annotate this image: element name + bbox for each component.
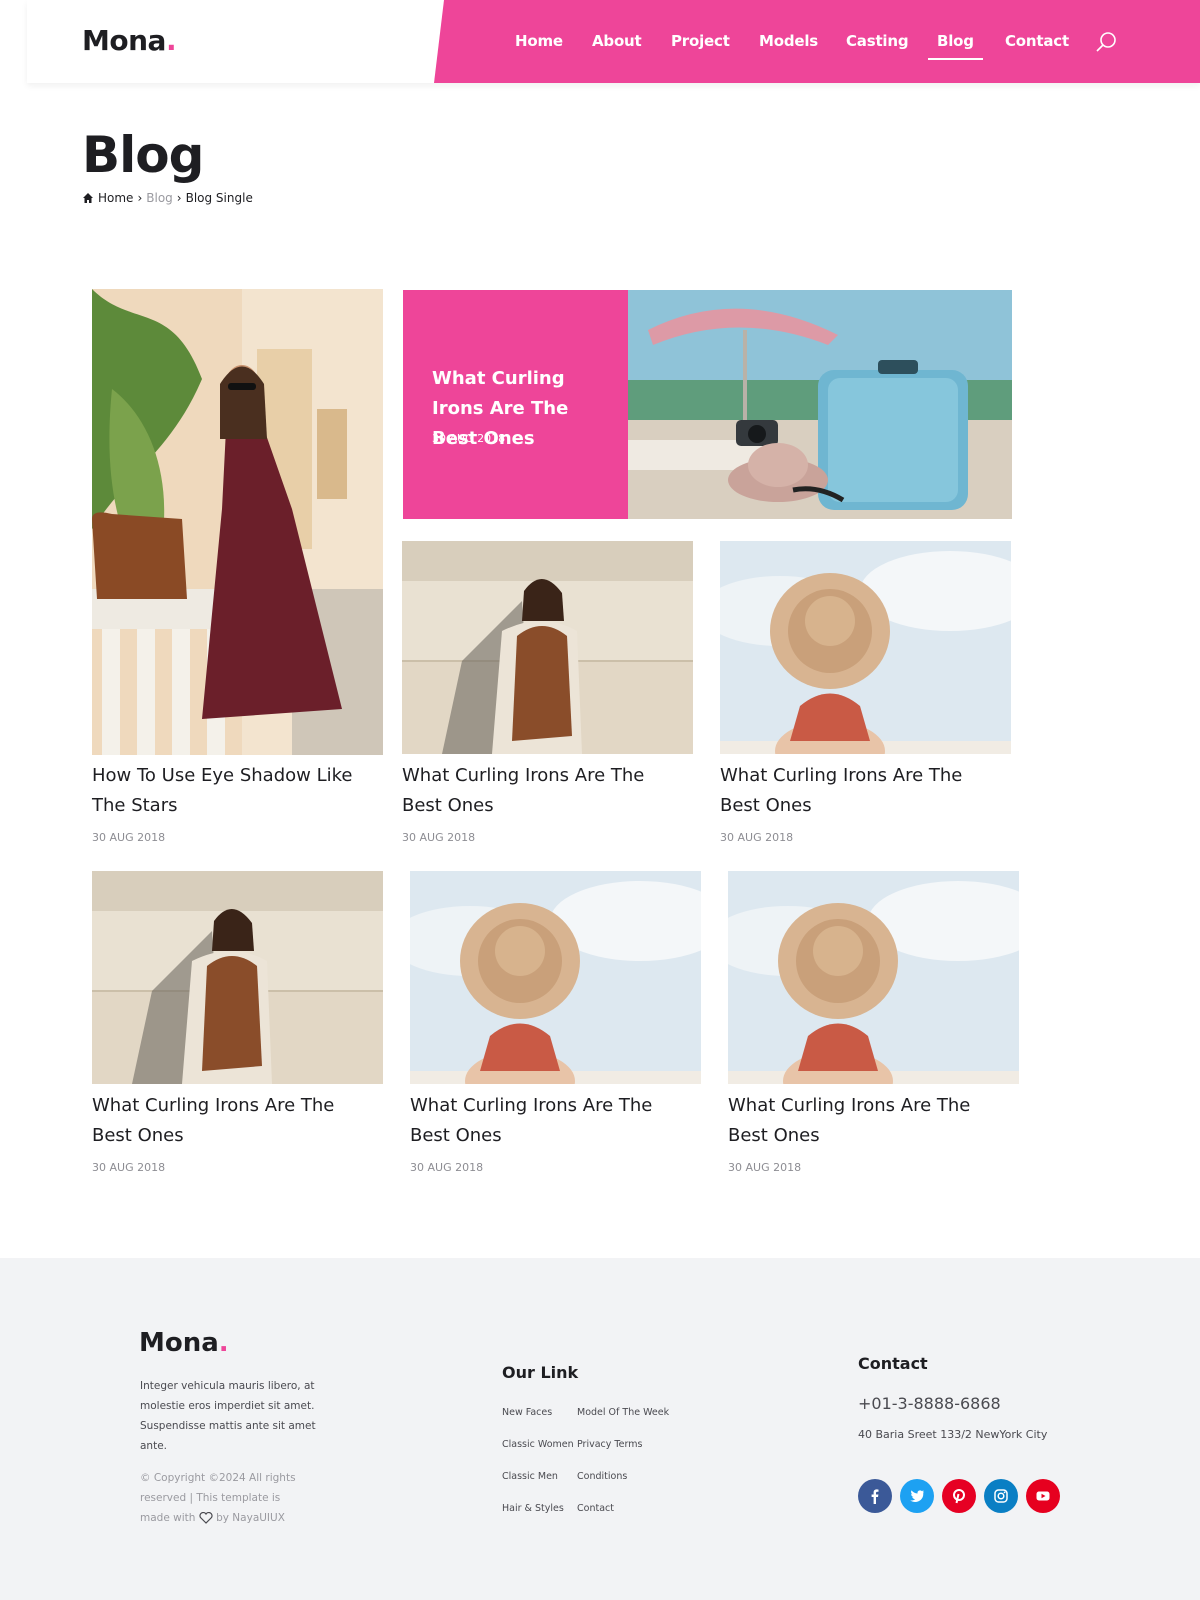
- nav-item-models[interactable]: Models: [759, 32, 818, 50]
- nav-item-casting[interactable]: Casting: [846, 32, 909, 50]
- post-title[interactable]: What Curling Irons Are The Best Ones: [728, 1091, 998, 1151]
- youtube-icon[interactable]: [1026, 1479, 1060, 1513]
- facebook-icon[interactable]: [858, 1479, 892, 1513]
- instagram-icon[interactable]: [984, 1479, 1018, 1513]
- footer-links-heading: Our Link: [502, 1363, 579, 1382]
- footer-link-classic-women[interactable]: Classic Women: [502, 1439, 574, 1450]
- search-icon[interactable]: [1094, 30, 1118, 54]
- post-title[interactable]: What Curling Irons Are The Best Ones: [92, 1091, 362, 1151]
- site-footer: Mona. Integer vehicula mauris libero, at…: [0, 1258, 1200, 1600]
- footer-contact-heading: Contact: [858, 1354, 928, 1373]
- post-image[interactable]: [92, 871, 383, 1084]
- featured-post-card[interactable]: What Curling Irons Are The Best Ones 30 …: [403, 290, 628, 519]
- post-title[interactable]: What Curling Irons Are The Best Ones: [410, 1091, 680, 1151]
- footer-link-contact[interactable]: Contact: [577, 1503, 614, 1514]
- nav-item-home[interactable]: Home: [515, 32, 563, 50]
- post-date: 30 AUG 2018: [402, 831, 476, 844]
- footer-link-model-of-the-week[interactable]: Model Of The Week: [577, 1407, 669, 1418]
- page-title: Blog: [82, 126, 204, 184]
- chevron-right-icon: ›: [176, 191, 182, 205]
- footer-address: 40 Baria Sreet 133/2 NewYork City: [858, 1428, 1048, 1441]
- footer-logo[interactable]: Mona.: [139, 1328, 229, 1358]
- post-image[interactable]: [728, 871, 1019, 1084]
- post-date: 30 AUG 2018: [720, 831, 794, 844]
- brand-logo[interactable]: Mona.: [82, 24, 177, 57]
- post-title[interactable]: How To Use Eye Shadow Like The Stars: [92, 761, 362, 821]
- breadcrumb: Home › Blog › Blog Single: [82, 191, 253, 205]
- footer-copyright: © Copyright ©2024 All rights reserved | …: [140, 1472, 296, 1524]
- breadcrumb-home[interactable]: Home: [98, 191, 133, 205]
- post-image[interactable]: [402, 541, 693, 754]
- post-title[interactable]: What Curling Irons Are The Best Ones: [720, 761, 990, 821]
- footer-phone[interactable]: +01-3-8888-6868: [858, 1394, 1001, 1413]
- nav-item-blog[interactable]: Blog: [928, 32, 983, 60]
- footer-link-new-faces[interactable]: New Faces: [502, 1407, 552, 1418]
- nav-item-contact[interactable]: Contact: [1005, 32, 1069, 50]
- post-date: 30 AUG 2018: [728, 1161, 802, 1174]
- featured-post-image[interactable]: [628, 290, 1012, 519]
- footer-link-conditions[interactable]: Conditions: [577, 1471, 627, 1482]
- post-date: 30 AUG 2018: [92, 831, 166, 844]
- post-image[interactable]: [410, 871, 701, 1084]
- footer-link-privacy-terms[interactable]: Privacy Terms: [577, 1439, 642, 1450]
- post-image[interactable]: [92, 289, 383, 755]
- post-image[interactable]: [720, 541, 1011, 754]
- footer-link-classic-men[interactable]: Classic Men: [502, 1471, 558, 1482]
- pinterest-icon[interactable]: [942, 1479, 976, 1513]
- featured-post-date: 30 AUG 2018: [432, 432, 506, 445]
- chevron-right-icon: ›: [137, 191, 143, 205]
- post-title[interactable]: What Curling Irons Are The Best Ones: [402, 761, 672, 821]
- post-date: 30 AUG 2018: [92, 1161, 166, 1174]
- nav-item-about[interactable]: About: [592, 32, 642, 50]
- twitter-icon[interactable]: [900, 1479, 934, 1513]
- footer-link-hair-styles[interactable]: Hair & Styles: [502, 1503, 564, 1514]
- heart-icon: [199, 1511, 213, 1524]
- home-icon: [83, 193, 93, 203]
- breadcrumb-current: Blog Single: [185, 191, 253, 205]
- nav-item-project[interactable]: Project: [671, 32, 730, 50]
- footer-about-text: Integer vehicula mauris libero, at moles…: [140, 1380, 316, 1452]
- post-date: 30 AUG 2018: [410, 1161, 484, 1174]
- breadcrumb-blog[interactable]: Blog: [146, 191, 173, 205]
